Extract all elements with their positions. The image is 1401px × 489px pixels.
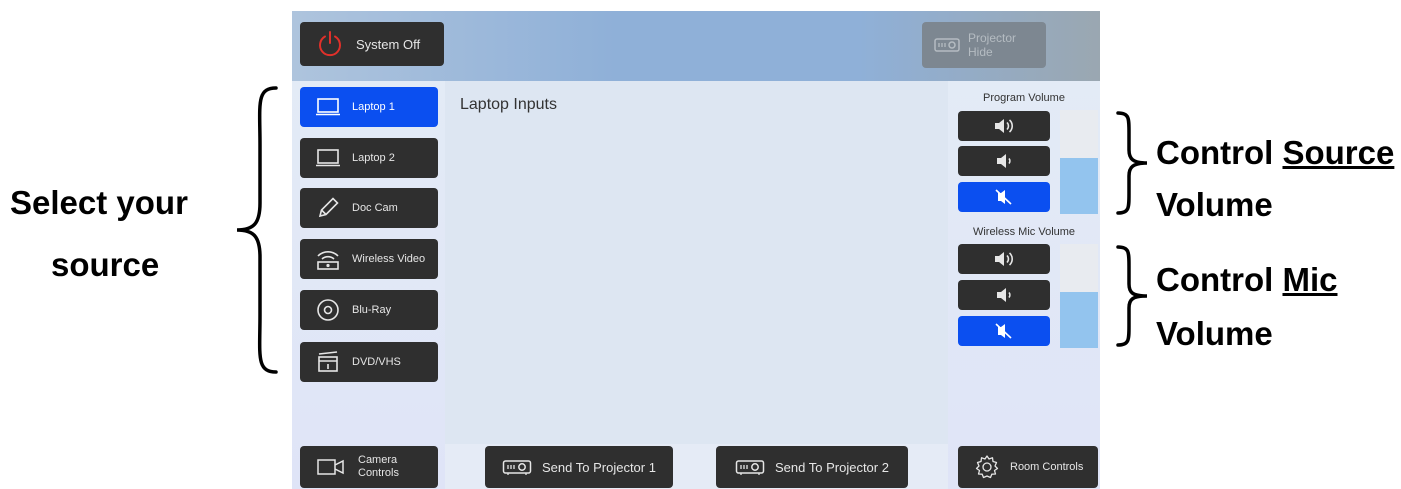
mute-icon xyxy=(995,189,1012,205)
projector-hide-line2: Hide xyxy=(968,45,993,59)
program-volume-level-fill xyxy=(1060,157,1098,214)
select-source-line1: Select your xyxy=(10,184,188,221)
dvd-player-icon xyxy=(314,350,342,374)
source-label: DVD/VHS xyxy=(352,356,401,368)
laptop-icon xyxy=(314,95,342,119)
mic-mute-button[interactable] xyxy=(958,316,1050,346)
select-source-annotation: Select your xyxy=(10,186,188,219)
system-off-button[interactable]: System Off xyxy=(300,22,444,66)
projector-icon xyxy=(735,460,765,475)
select-source-line2: source xyxy=(51,246,160,283)
mic-volume-down-button[interactable] xyxy=(958,280,1050,310)
projector-hide-button[interactable]: Projector Hide xyxy=(922,22,1046,68)
gear-icon xyxy=(975,455,999,479)
projector-hide-line1: Projector xyxy=(968,30,1017,45)
source-label: Laptop 2 xyxy=(352,152,395,164)
power-icon xyxy=(319,31,341,57)
source-button-dvd-vhs[interactable]: DVD/VHS xyxy=(300,342,438,382)
touch-panel: Laptop Inputs System Off Projector Hide … xyxy=(292,11,1100,489)
volume-down-icon xyxy=(997,154,1011,168)
projector-icon xyxy=(934,38,960,52)
camera-controls-line2: Controls xyxy=(358,467,399,479)
control-mic-underlined: Mic xyxy=(1282,261,1338,298)
control-mic-line2: Volume xyxy=(1156,315,1273,352)
mic-volume-label: Wireless Mic Volume xyxy=(972,226,1076,238)
send-to-projector-2-button[interactable]: Send To Projector 2 xyxy=(716,446,908,488)
wireless-icon xyxy=(314,247,342,271)
source-label: Blu-Ray xyxy=(352,304,392,316)
source-button-wireless-video[interactable]: Wireless Video xyxy=(300,239,438,279)
control-mic-annotation: Control Mic xyxy=(1156,263,1338,296)
volume-down-icon xyxy=(997,288,1011,302)
laptop-icon xyxy=(314,146,342,170)
control-mic-prefix: Control xyxy=(1156,261,1283,298)
volume-up-icon xyxy=(995,119,1014,133)
control-source-annotation-2: Volume xyxy=(1156,188,1273,221)
mute-icon xyxy=(995,323,1012,339)
left-brace xyxy=(236,86,278,374)
projector-icon xyxy=(502,460,532,475)
source-button-laptop-1[interactable]: Laptop 1 xyxy=(300,87,438,127)
right-brace-source xyxy=(1116,111,1148,215)
program-volume-down-button[interactable] xyxy=(958,146,1050,176)
program-volume-up-button[interactable] xyxy=(958,111,1050,141)
content-area: Laptop Inputs xyxy=(445,81,948,444)
pencil-icon xyxy=(314,196,342,220)
mic-volume-up-button[interactable] xyxy=(958,244,1050,274)
send-to-projector-2-label: Send To Projector 2 xyxy=(775,459,889,475)
disc-icon xyxy=(314,298,342,322)
camera-controls-button[interactable]: Camera Controls xyxy=(300,446,438,488)
send-to-projector-1-button[interactable]: Send To Projector 1 xyxy=(485,446,673,488)
source-label: Laptop 1 xyxy=(352,101,395,113)
volume-up-icon xyxy=(995,252,1014,266)
control-source-underlined: Source xyxy=(1282,134,1395,171)
send-to-projector-1-label: Send To Projector 1 xyxy=(542,459,656,475)
camera-controls-line1: Camera xyxy=(358,454,398,467)
source-button-doc-cam[interactable]: Doc Cam xyxy=(300,188,438,228)
control-source-annotation: Control Source xyxy=(1156,136,1394,169)
source-button-blu-ray[interactable]: Blu-Ray xyxy=(300,290,438,330)
select-source-annotation-2: source xyxy=(51,248,159,281)
source-button-laptop-2[interactable]: Laptop 2 xyxy=(300,138,438,178)
system-off-label: System Off xyxy=(356,36,421,52)
program-volume-meter[interactable] xyxy=(1060,110,1098,214)
room-controls-label: Room Controls xyxy=(1010,461,1084,473)
control-source-prefix: Control xyxy=(1156,134,1283,171)
camera-icon xyxy=(317,459,344,475)
source-label: Doc Cam xyxy=(352,202,398,214)
control-mic-annotation-2: Volume xyxy=(1156,317,1273,350)
mic-volume-level-fill xyxy=(1060,291,1098,348)
source-label: Wireless Video xyxy=(352,253,426,265)
right-brace-mic xyxy=(1116,245,1148,347)
program-mute-button[interactable] xyxy=(958,182,1050,212)
content-title: Laptop Inputs xyxy=(460,96,557,113)
program-volume-label: Program Volume xyxy=(983,92,1065,104)
control-source-line2: Volume xyxy=(1156,186,1273,223)
mic-volume-meter[interactable] xyxy=(1060,244,1098,348)
room-controls-button[interactable]: Room Controls xyxy=(958,446,1098,488)
